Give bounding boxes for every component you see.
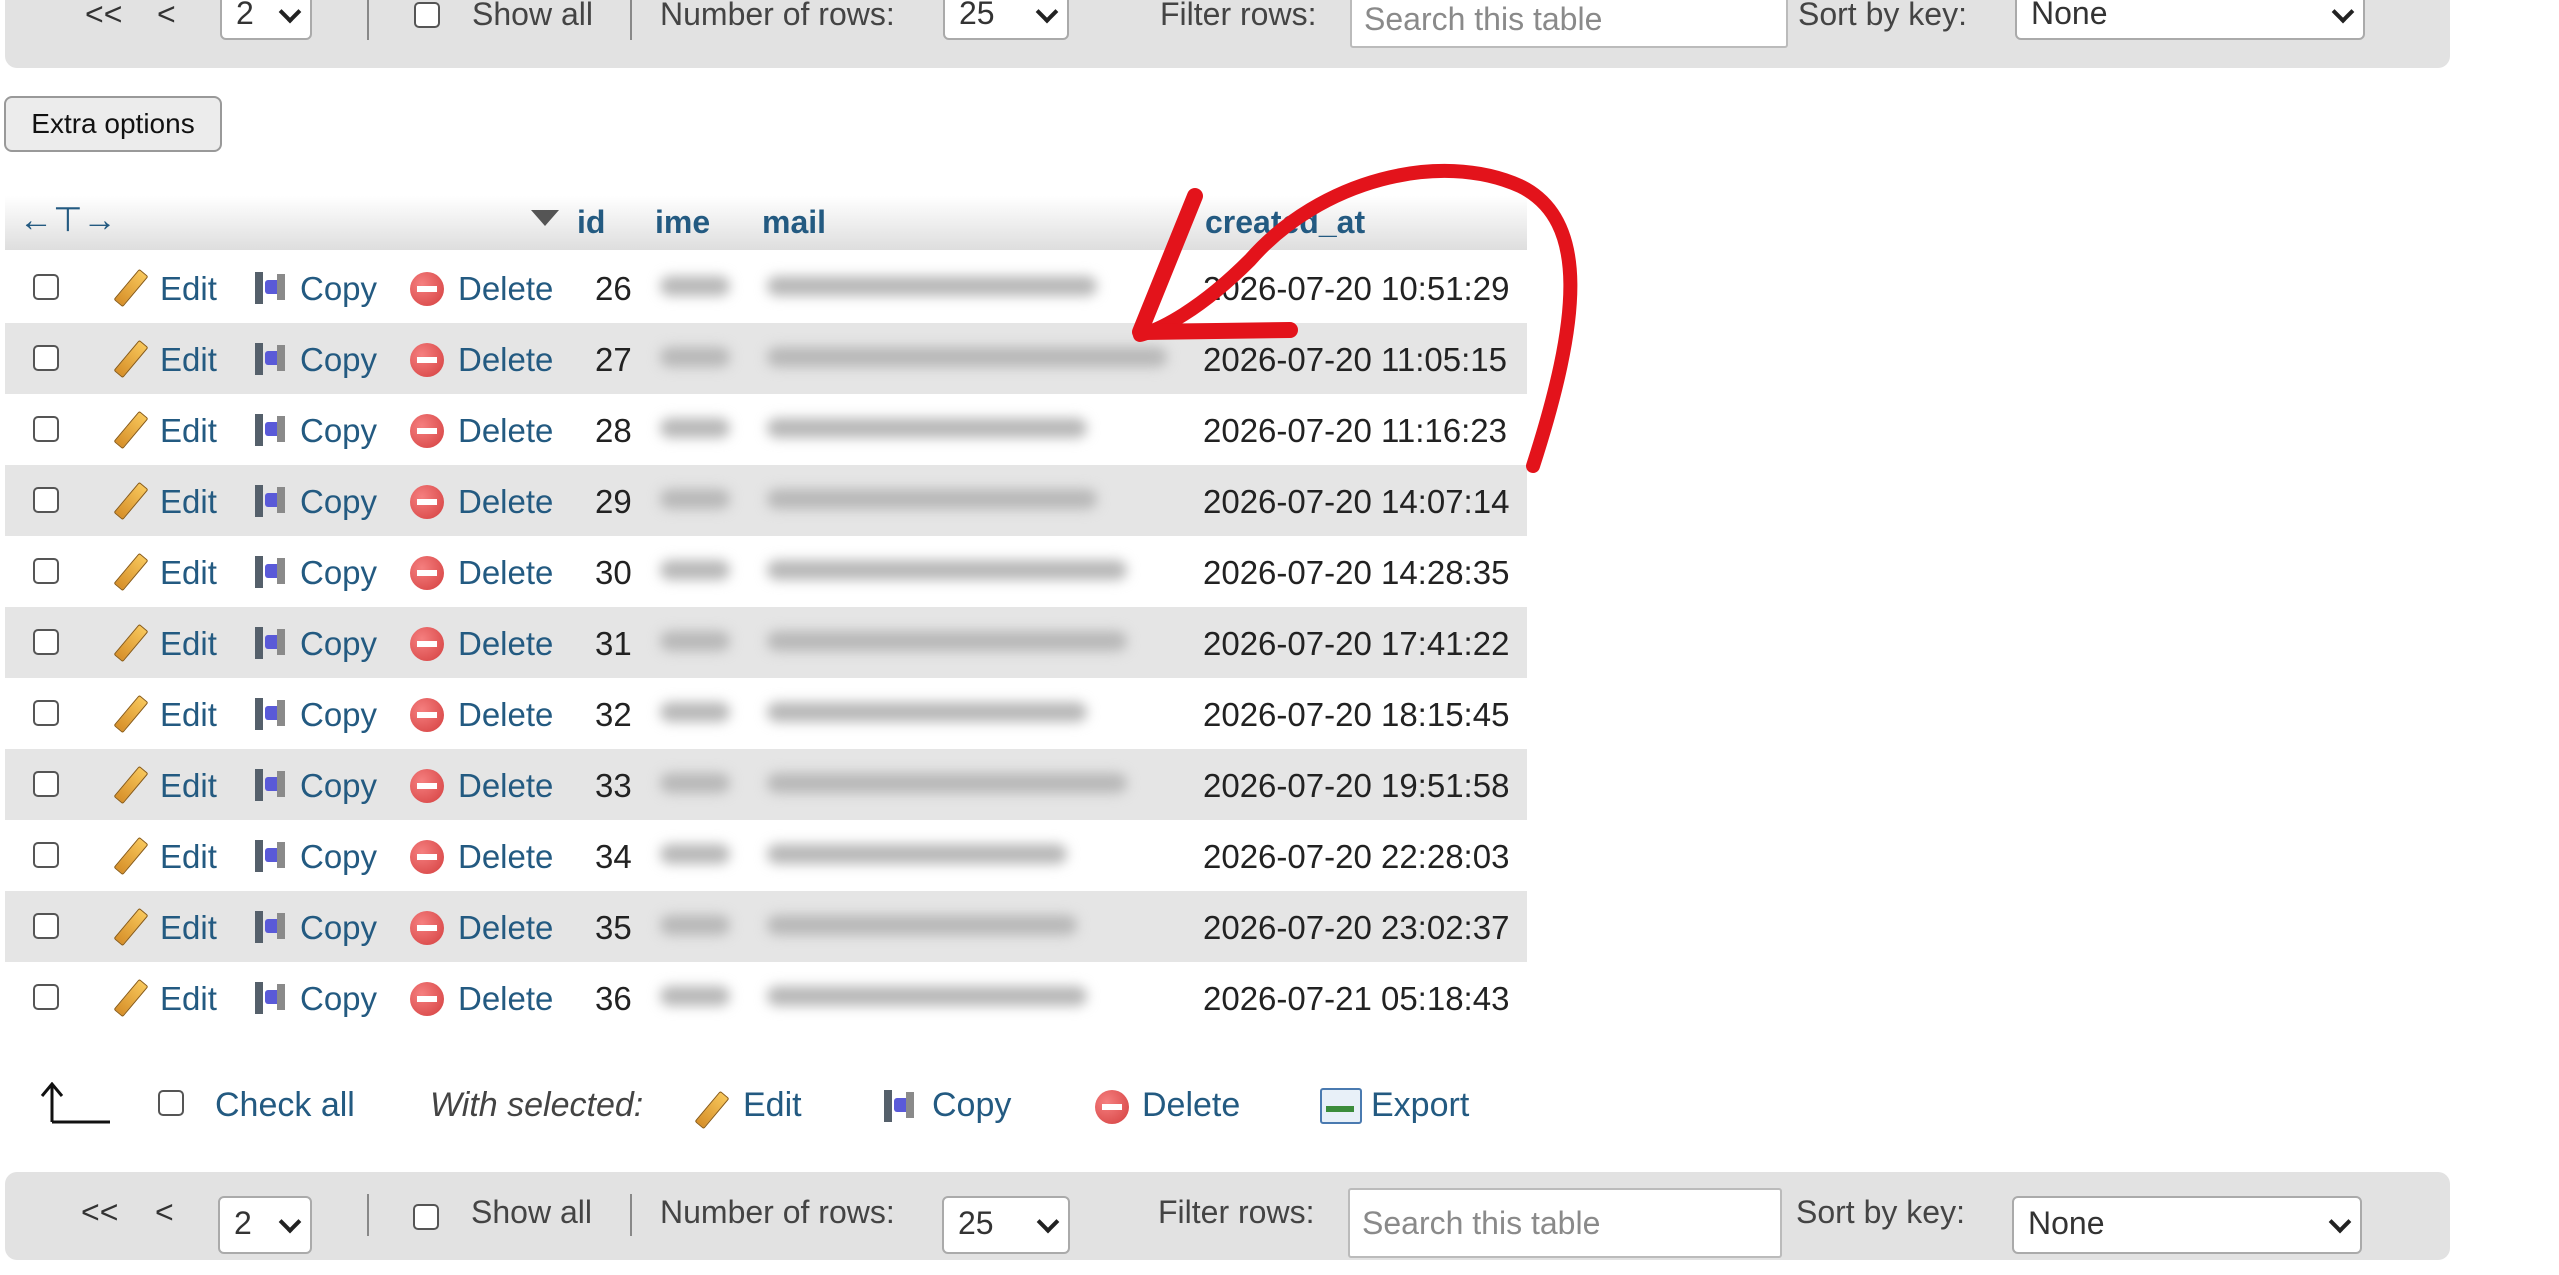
- annotation-arrow: [1132, 163, 1578, 473]
